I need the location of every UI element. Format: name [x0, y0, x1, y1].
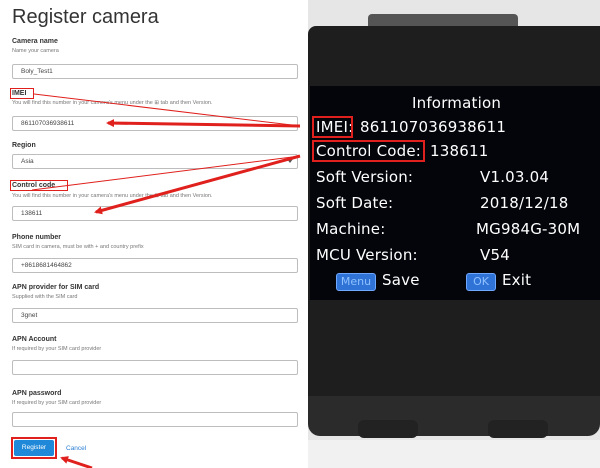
camera-latch-left — [358, 420, 418, 438]
control-code-hint: You will find this number in your camera… — [12, 193, 213, 199]
chevron-down-icon — [287, 159, 293, 163]
phone-number-label: Phone number — [12, 234, 62, 241]
imei-input[interactable]: 861107036938611 — [12, 116, 298, 131]
screen-mcu-version-label: MCU Version: — [316, 246, 418, 264]
screen-soft-version-label: Soft Version: — [316, 168, 414, 186]
camera-photo: Information IMEI: 861107036938611 Contro… — [308, 0, 600, 468]
screen-imei-value: 861107036938611 — [360, 118, 507, 136]
control-code-input[interactable]: 138611 — [12, 206, 298, 221]
phone-number-hint: SIM card in camera, must be with + and c… — [12, 244, 144, 250]
screen-save-label: Save — [382, 271, 420, 289]
camera-bottom-housing — [308, 396, 600, 436]
screen-soft-date-label: Soft Date: — [316, 194, 394, 212]
region-label: Region — [12, 142, 36, 149]
camera-name-label: Camera name — [12, 38, 58, 45]
camera-name-input[interactable]: Boly_Test1 — [12, 64, 298, 79]
apn-password-input[interactable] — [12, 412, 298, 427]
camera-name-hint: Name your camera — [12, 48, 59, 54]
screen-control-code-highlight — [312, 140, 425, 162]
photo-bottom-strip — [308, 440, 600, 468]
phone-number-input[interactable]: +8618681464862 — [12, 258, 298, 273]
screen-machine-value: MG984G-30M — [476, 220, 581, 238]
apn-account-label: APN Account — [12, 336, 57, 343]
register-camera-form: Register camera Camera name Name your ca… — [0, 0, 309, 468]
screen-control-code-value: 138611 — [430, 142, 489, 160]
screen-mcu-version-value: V54 — [480, 246, 510, 264]
screen-soft-date-value: 2018/12/18 — [480, 194, 569, 212]
screen-ok-key: OK — [466, 273, 496, 291]
camera-latch-right — [488, 420, 548, 438]
screen-imei-highlight — [312, 116, 353, 138]
apn-account-input[interactable] — [12, 360, 298, 375]
apn-provider-label: APN provider for SIM card — [12, 284, 100, 291]
control-code-label-highlight — [10, 180, 68, 191]
screen-soft-version-value: V1.03.04 — [480, 168, 550, 186]
register-button[interactable]: Register — [14, 440, 54, 456]
screen-heading: Information — [412, 94, 502, 112]
apn-account-hint: If required by your SIM card provider — [12, 346, 102, 352]
apn-provider-hint: Supplied with the SIM card — [12, 294, 78, 300]
imei-hint: You will find this number in your camera… — [12, 100, 213, 106]
imei-label-highlight — [10, 88, 34, 99]
apn-password-hint: If required by your SIM card provider — [12, 400, 102, 406]
apn-password-label: APN password — [12, 390, 62, 397]
region-select[interactable]: Asia — [12, 154, 298, 169]
screen-machine-label: Machine: — [316, 220, 386, 238]
apn-provider-input[interactable]: 3gnet — [12, 308, 298, 323]
page-title: Register camera — [12, 6, 159, 28]
region-selected-value: Asia — [21, 158, 34, 165]
screen-exit-label: Exit — [502, 271, 532, 289]
cancel-link[interactable]: Cancel — [66, 445, 86, 452]
screen-menu-key: Menu — [336, 273, 376, 291]
